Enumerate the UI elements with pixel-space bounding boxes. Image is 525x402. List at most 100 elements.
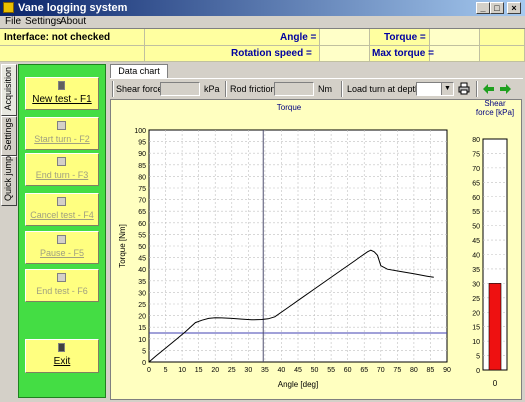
x-tick-label: 75 (393, 367, 401, 374)
y-tick-label: 5 (142, 348, 146, 355)
shear-title-line2: force [kPa] (476, 108, 514, 117)
y-tick-label: 95 (138, 140, 146, 147)
play-icon (57, 121, 66, 130)
start-turn-button[interactable]: Start turn - F2 (25, 117, 99, 150)
chart-panel: Torque 0 5 10 15 20 25 30 35 40 45 50 55 60 65 70 75 80 8… (110, 99, 522, 400)
side-tab-strip: Acquisition Settings Quick jump (1, 64, 18, 400)
end-turn-label: End turn - F3 (35, 170, 89, 180)
y-tick-label: 15 (138, 325, 146, 332)
rod-friction-unit: Nm (318, 84, 332, 94)
y-axis-label: Torque [Nm] (118, 224, 127, 268)
x-tick-label: 25 (228, 367, 236, 374)
shear-y-tick-label: 10 (472, 339, 480, 346)
max-torque-value (430, 46, 480, 62)
menu-about[interactable]: About (60, 16, 86, 27)
new-test-icon (58, 81, 65, 90)
exit-button[interactable]: Exit (25, 339, 99, 373)
angle-label: Angle = (280, 32, 317, 43)
x-tick-label: 5 (164, 367, 168, 374)
y-axis-ticks: 0 5 10 15 20 25 30 35 40 45 50 55 60 65 70 75 80 85 90 95 10… (134, 128, 146, 367)
shear-y-tick-label: 30 (472, 281, 480, 288)
minimize-button[interactable]: _ (476, 2, 490, 14)
status-panel: Interface: not checked Angle = Torque = … (0, 28, 525, 62)
torque-value (430, 29, 480, 46)
toolbar-separator (112, 81, 114, 97)
cancel-test-button[interactable]: Cancel test - F4 (25, 193, 99, 226)
x-axis-ticks: 0 5 10 15 20 25 30 35 40 45 50 55 60 65 70 75 80 85 90 (147, 367, 451, 374)
rotation-speed-label: Rotation speed = (231, 48, 312, 59)
depth-select[interactable]: ▼ (416, 82, 454, 96)
tab-settings[interactable]: Settings (1, 116, 17, 156)
shear-y-tick-label: 20 (472, 310, 480, 317)
chevron-down-icon: ▼ (441, 83, 453, 95)
y-tick-label: 75 (138, 186, 146, 193)
tab-data-chart[interactable]: Data chart (110, 64, 168, 78)
shear-y-tick-label: 70 (472, 166, 480, 173)
shear-y-tick-label: 40 (472, 253, 480, 260)
y-tick-label: 100 (134, 128, 146, 135)
interface-status: Interface: not checked (4, 32, 111, 43)
load-turn-label: Load turn at depth: (347, 84, 423, 94)
x-tick-label: 55 (327, 367, 335, 374)
menu-settings[interactable]: Settings (25, 16, 61, 27)
y-tick-label: 0 (142, 360, 146, 367)
window-title: Vane logging system (18, 2, 128, 14)
x-tick-label: 40 (278, 367, 286, 374)
menu-bar: File Settings About (0, 16, 525, 28)
new-test-button[interactable]: New test - F1 (25, 77, 99, 110)
y-tick-label: 10 (138, 337, 146, 344)
x-tick-label: 45 (294, 367, 302, 374)
arrow-right-icon[interactable] (499, 83, 512, 95)
toolbar-separator (341, 81, 343, 97)
x-tick-label: 65 (360, 367, 368, 374)
status-cell (480, 46, 525, 62)
end-turn-button[interactable]: End turn - F3 (25, 153, 99, 186)
shear-y-tick-label: 60 (472, 195, 480, 202)
x-tick-label: 20 (211, 367, 219, 374)
pause-button[interactable]: Pause - F5 (25, 231, 99, 264)
x-tick-label: 15 (195, 367, 203, 374)
close-button[interactable]: × (507, 2, 521, 14)
end-test-button[interactable]: End test - F6 (25, 269, 99, 302)
start-turn-label: Start turn - F2 (34, 134, 90, 144)
menu-file[interactable]: File (5, 16, 21, 27)
maximize-button[interactable]: □ (490, 2, 504, 14)
x-axis-label: Angle [deg] (278, 380, 318, 389)
chart-title: Torque (277, 103, 302, 112)
y-tick-label: 80 (138, 174, 146, 181)
x-tick-label: 85 (427, 367, 435, 374)
rod-friction-label: Rod friction: (230, 84, 279, 94)
arrow-left-icon[interactable] (482, 83, 495, 95)
shear-force-bar (488, 283, 502, 371)
y-tick-label: 30 (138, 290, 146, 297)
x-tick-label: 60 (344, 367, 352, 374)
y-tick-label: 50 (138, 244, 146, 251)
shear-x-tick: 0 (493, 379, 498, 388)
end-test-icon (57, 273, 66, 282)
tab-acquisition[interactable]: Acquisition (1, 64, 17, 116)
angle-value (320, 29, 370, 46)
x-tick-label: 10 (178, 367, 186, 374)
x-tick-label: 90 (443, 367, 451, 374)
shear-title-line1: Shear (484, 100, 506, 108)
shear-y-tick-label: 45 (472, 238, 480, 245)
shear-force-unit: kPa (204, 84, 220, 94)
rod-friction-field (274, 82, 314, 96)
shear-y-tick-label: 75 (472, 151, 480, 158)
y-tick-label: 70 (138, 198, 146, 205)
x-tick-label: 50 (311, 367, 319, 374)
tab-quick-jump[interactable]: Quick jump (1, 156, 17, 206)
y-tick-label: 85 (138, 163, 146, 170)
shear-bar (488, 283, 502, 371)
y-tick-label: 60 (138, 221, 146, 228)
print-icon[interactable] (458, 82, 470, 95)
cancel-test-label: Cancel test - F4 (30, 210, 94, 220)
x-tick-label: 30 (244, 367, 252, 374)
title-bar: Vane logging system _ □ × (0, 0, 525, 16)
torque-chart: Torque 051015202530354045505560657075808… (118, 100, 514, 389)
x-tick-label: 35 (261, 367, 269, 374)
y-tick-label: 35 (138, 279, 146, 286)
end-test-label: End test - F6 (36, 286, 88, 296)
pause-label: Pause - F5 (39, 248, 85, 258)
toolbar-separator (225, 81, 227, 97)
